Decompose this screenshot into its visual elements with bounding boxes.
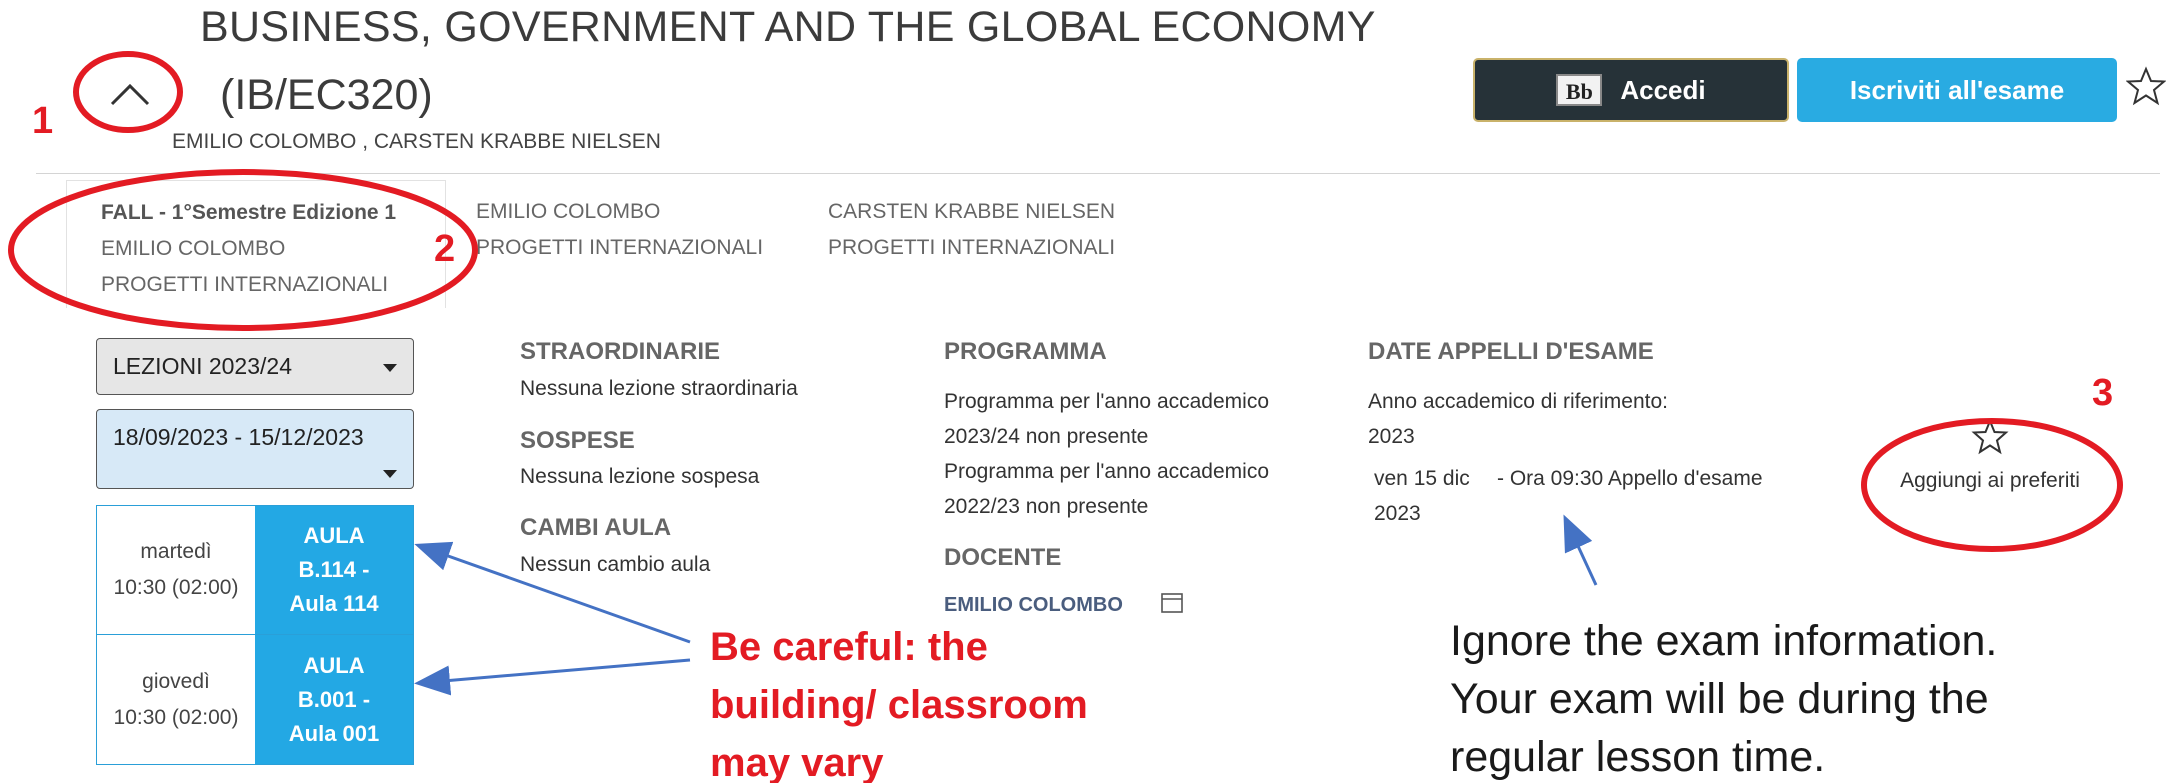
docente-name-link[interactable]: EMILIO COLOMBO <box>944 594 1123 617</box>
esami-date-year: 2023 <box>1374 502 1421 525</box>
lezioni-select[interactable]: LEZIONI 2023/24 <box>96 338 414 395</box>
course-title: BUSINESS, GOVERNMENT AND THE GLOBAL ECON… <box>200 3 1376 51</box>
arrow-to-room-2 <box>414 658 691 696</box>
blackboard-logo-icon: Bb <box>1556 74 1603 106</box>
collapse-button[interactable] <box>100 70 160 118</box>
note-line: Be careful: the <box>710 625 988 669</box>
period-select[interactable]: 18/09/2023 - 15/12/2023 <box>96 409 414 489</box>
period-select-value: 18/09/2023 - 15/12/2023 <box>113 424 364 450</box>
schedule-room-link[interactable]: AULA B.001 - Aula 001 <box>255 635 413 764</box>
schedule-row: giovedì 10:30 (02:00) AULA B.001 - Aula … <box>97 635 413 764</box>
lesson-schedule: martedì 10:30 (02:00) AULA B.114 - Aula … <box>96 505 414 765</box>
schedule-room-link[interactable]: AULA B.114 - Aula 114 <box>255 506 413 634</box>
add-favorite-button[interactable]: Aggiungi ai preferiti <box>1870 418 2110 493</box>
schedule-row: martedì 10:30 (02:00) AULA B.114 - Aula … <box>97 506 413 635</box>
schedule-time-cell: martedì 10:30 (02:00) <box>97 506 255 634</box>
accedi-label: Accedi <box>1620 74 1706 105</box>
sospese-text: Nessuna lezione sospesa <box>520 465 760 488</box>
chevron-up-icon <box>110 83 150 106</box>
room-line: AULA <box>303 523 365 548</box>
note-line: Your exam will be during the <box>1450 675 1989 723</box>
star-icon[interactable] <box>2125 66 2167 106</box>
tab-edition-title: FALL - 1°Semestre Edizione 1 <box>101 201 397 224</box>
room-line: Aula 114 <box>289 591 379 616</box>
header-divider <box>36 173 2160 174</box>
room-line: B.114 - <box>298 557 370 582</box>
accedi-button[interactable]: Bb Accedi <box>1473 58 1789 122</box>
arrow-to-exam-date <box>1563 514 1598 586</box>
add-favorite-label: Aggiungi ai preferiti <box>1900 469 2080 492</box>
esami-ref-year: 2023 <box>1368 425 1415 448</box>
room-line: B.001 - <box>297 686 371 712</box>
iscriviti-esame-button[interactable]: Iscriviti all'esame <box>1797 58 2117 122</box>
annotation-number-2: 2 <box>434 228 456 270</box>
annotation-number-1: 1 <box>32 100 54 142</box>
esami-date-detail: - Ora 09:30 Appello d'esame <box>1497 467 1763 490</box>
esami-ref-label: Anno accademico di riferimento: <box>1368 390 1668 413</box>
tab-emilio-colombo[interactable]: EMILIO COLOMBO PROGETTI INTERNAZIONALI <box>476 194 763 266</box>
programma-text: Programma per l'anno accademico <box>944 460 1269 483</box>
room-warning-note: Be careful: the building/ classroom may … <box>710 618 1088 783</box>
schedule-time-cell: giovedì 10:30 (02:00) <box>97 635 255 764</box>
straordinarie-text: Nessuna lezione straordinaria <box>520 377 798 400</box>
schedule-time: 10:30 (02:00) <box>113 705 239 729</box>
tab-teacher: EMILIO COLOMBO <box>101 237 286 260</box>
star-icon <box>1971 418 2009 455</box>
lezioni-select-value: LEZIONI 2023/24 <box>113 353 292 379</box>
cambi-aula-text: Nessun cambio aula <box>520 553 711 576</box>
schedule-time: 10:30 (02:00) <box>113 576 239 599</box>
esami-heading: DATE APPELLI D'ESAME <box>1368 338 1654 365</box>
caret-down-icon <box>383 470 397 478</box>
room-line: AULA <box>303 652 365 678</box>
programma-heading: PROGRAMMA <box>944 338 1107 365</box>
course-code: (IB/EC320) <box>220 71 433 119</box>
esami-date: ven 15 dic <box>1374 467 1470 490</box>
schedule-day: martedì <box>140 540 212 563</box>
course-instructors: EMILIO COLOMBO , CARSTEN KRABBE NIELSEN <box>172 130 661 153</box>
calendar-icon[interactable] <box>1160 592 1184 614</box>
tab-department: PROGETTI INTERNAZIONALI <box>828 236 1116 259</box>
programma-text: 2023/24 non presente <box>944 425 1149 448</box>
tab-teacher: CARSTEN KRABBE NIELSEN <box>828 200 1116 223</box>
annotation-number-3: 3 <box>2092 372 2114 414</box>
caret-down-icon <box>383 364 397 372</box>
room-line: Aula 001 <box>288 720 380 746</box>
tab-edition-1[interactable]: FALL - 1°Semestre Edizione 1 EMILIO COLO… <box>66 180 446 308</box>
note-line: may vary <box>710 741 884 783</box>
tab-carsten-krabbe-nielsen[interactable]: CARSTEN KRABBE NIELSEN PROGETTI INTERNAZ… <box>828 194 1115 266</box>
note-line: building/ classroom <box>710 683 1088 727</box>
exam-info-note: Ignore the exam information. Your exam w… <box>1450 612 1997 783</box>
straordinarie-heading: STRAORDINARIE <box>520 338 721 365</box>
cambi-aula-heading: CAMBI AULA <box>520 514 672 541</box>
tab-department: PROGETTI INTERNAZIONALI <box>476 236 764 259</box>
docente-heading: DOCENTE <box>944 544 1062 571</box>
note-line: regular lesson time. <box>1450 733 1826 781</box>
tab-department: PROGETTI INTERNAZIONALI <box>101 273 389 296</box>
schedule-day: giovedì <box>142 669 210 693</box>
tab-teacher: EMILIO COLOMBO <box>476 200 661 223</box>
programma-text: Programma per l'anno accademico <box>944 390 1269 413</box>
programma-text: 2022/23 non presente <box>944 495 1149 518</box>
note-line: Ignore the exam information. <box>1450 617 1998 665</box>
sospese-heading: SOSPESE <box>520 427 635 454</box>
